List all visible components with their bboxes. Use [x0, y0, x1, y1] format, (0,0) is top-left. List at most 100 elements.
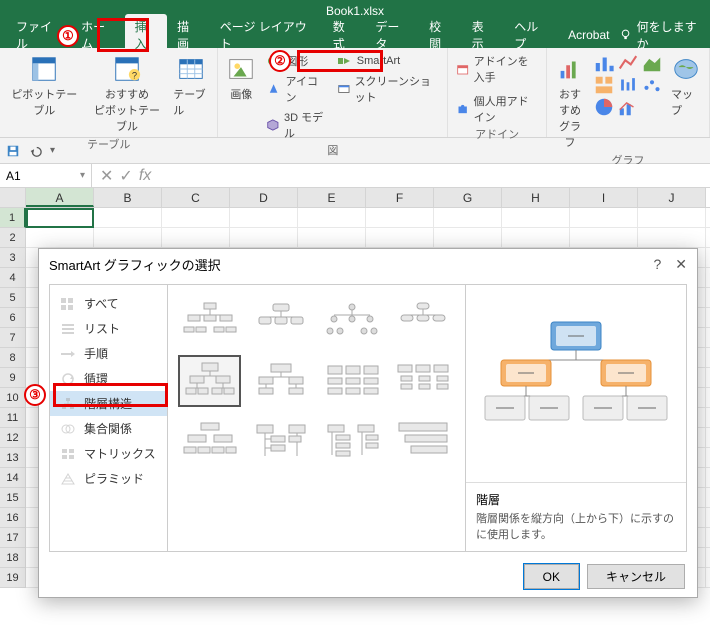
category-all[interactable]: すべて [50, 291, 167, 316]
chart-bar-icon[interactable] [593, 52, 615, 74]
cancel-button[interactable]: キャンセル [587, 564, 685, 589]
row-header[interactable]: 4 [0, 268, 26, 288]
row-header[interactable]: 13 [0, 448, 26, 468]
row-header[interactable]: 6 [0, 308, 26, 328]
row-header[interactable]: 2 [0, 228, 26, 248]
layout-thumb[interactable] [178, 295, 241, 347]
category-pyramid[interactable]: ピラミッド [50, 466, 167, 491]
help-icon[interactable]: ? [653, 256, 661, 273]
row-header[interactable]: 5 [0, 288, 26, 308]
chart-pie-icon[interactable] [593, 96, 615, 118]
my-addins-button[interactable]: 個人用アドイン [454, 92, 540, 126]
ribbon-group-illustrations: 画像 図形 アイコン 3D モデル SmartAr [218, 48, 448, 137]
layout-thumb[interactable] [249, 355, 312, 407]
chart-area-icon[interactable] [641, 52, 663, 74]
row-header[interactable]: 18 [0, 548, 26, 568]
lightbulb-icon [619, 28, 632, 42]
layout-thumb[interactable] [249, 415, 312, 467]
tab-data[interactable]: データ [365, 14, 419, 56]
col-header[interactable]: H [502, 188, 570, 207]
row-header[interactable]: 17 [0, 528, 26, 548]
screenshot-button[interactable]: スクリーンショット [335, 72, 442, 106]
tab-view[interactable]: 表示 [462, 14, 505, 56]
col-header[interactable]: F [366, 188, 434, 207]
row-header[interactable]: 16 [0, 508, 26, 528]
pivottable-icon [29, 54, 59, 84]
chart-combo-icon[interactable] [617, 96, 639, 118]
layout-thumb[interactable] [249, 295, 312, 347]
layout-thumb[interactable] [392, 355, 455, 407]
col-header[interactable]: E [298, 188, 366, 207]
chart-stat-icon[interactable] [617, 74, 639, 96]
layout-thumb[interactable] [321, 415, 384, 467]
tab-home[interactable]: ホーム [71, 14, 124, 56]
category-list-item[interactable]: リスト [50, 316, 167, 341]
chart-line-icon[interactable] [617, 52, 639, 74]
undo-icon[interactable] [28, 144, 42, 158]
category-cycle[interactable]: 循環 [50, 366, 167, 391]
row-header[interactable]: 14 [0, 468, 26, 488]
row-header[interactable]: 8 [0, 348, 26, 368]
row-header[interactable]: 7 [0, 328, 26, 348]
get-addins-button[interactable]: アドインを入手 [454, 52, 540, 86]
active-cell[interactable] [26, 208, 94, 228]
row-header[interactable]: 9 [0, 368, 26, 388]
col-header[interactable]: B [94, 188, 162, 207]
tab-insert[interactable]: 挿入 [125, 14, 168, 56]
row-header[interactable]: 12 [0, 428, 26, 448]
layout-thumb[interactable] [392, 415, 455, 467]
tab-pagelayout[interactable]: ページ レイアウト [210, 14, 323, 56]
recommended-charts-button[interactable]: おすすめ グラフ [553, 52, 587, 152]
row-header[interactable]: 19 [0, 568, 26, 588]
table-button[interactable]: テーブル [171, 52, 211, 120]
col-header[interactable]: I [570, 188, 638, 207]
tab-file[interactable]: ファイル [6, 14, 71, 56]
col-header[interactable]: A [26, 188, 94, 207]
enter-icon[interactable]: ✓ [119, 166, 132, 186]
layout-gallery [168, 285, 466, 551]
recommended-pivot-button[interactable]: ? おすすめ ピボットテーブル [89, 52, 166, 136]
row-header[interactable]: 11 [0, 408, 26, 428]
close-icon[interactable]: ✕ [675, 256, 687, 273]
row-header[interactable]: 10 [0, 388, 26, 408]
category-relationship[interactable]: 集合関係 [50, 416, 167, 441]
images-button[interactable]: 画像 [224, 52, 258, 142]
row-header[interactable]: 15 [0, 488, 26, 508]
save-icon[interactable] [6, 144, 20, 158]
name-box[interactable]: A1 ▾ [0, 164, 92, 187]
tab-acrobat[interactable]: Acrobat [558, 24, 619, 46]
icons-button[interactable]: アイコン [264, 72, 328, 106]
chart-hier-icon[interactable] [593, 74, 615, 96]
row-header[interactable]: 1 [0, 208, 26, 228]
tell-me[interactable]: 何をしますか [619, 18, 704, 52]
tab-draw[interactable]: 描画 [167, 14, 210, 56]
chevron-down-icon[interactable]: ▾ [80, 170, 85, 181]
ok-button[interactable]: OK [524, 564, 579, 589]
layout-thumb-selected[interactable] [178, 355, 241, 407]
col-header[interactable]: G [434, 188, 502, 207]
category-hierarchy[interactable]: 階層構造 [50, 391, 167, 416]
pivottable-button[interactable]: ピボットテーブル [6, 52, 83, 120]
layout-thumb[interactable] [392, 295, 455, 347]
row-header[interactable]: 3 [0, 248, 26, 268]
tab-formulas[interactable]: 数式 [323, 14, 366, 56]
category-matrix[interactable]: マトリックス [50, 441, 167, 466]
col-header[interactable]: C [162, 188, 230, 207]
layout-thumb[interactable] [321, 355, 384, 407]
col-header[interactable]: D [230, 188, 298, 207]
chart-scatter-icon[interactable] [641, 74, 663, 96]
map-chart-button[interactable]: マップ [669, 52, 703, 120]
cancel-icon[interactable]: ✕ [100, 166, 113, 186]
category-process[interactable]: 手順 [50, 341, 167, 366]
recommended-pivot-icon: ? [112, 54, 142, 84]
chevron-down-icon[interactable]: ▾ [50, 145, 55, 156]
fx-icon[interactable]: fx [139, 167, 151, 185]
tab-review[interactable]: 校閲 [419, 14, 462, 56]
col-header[interactable]: J [638, 188, 706, 207]
layout-thumb[interactable] [178, 415, 241, 467]
layout-thumb[interactable] [321, 295, 384, 347]
formula-bar[interactable] [159, 164, 710, 187]
tab-help[interactable]: ヘルプ [504, 14, 558, 56]
select-all-corner[interactable] [0, 188, 26, 207]
3dmodel-button[interactable]: 3D モデル [264, 108, 328, 142]
